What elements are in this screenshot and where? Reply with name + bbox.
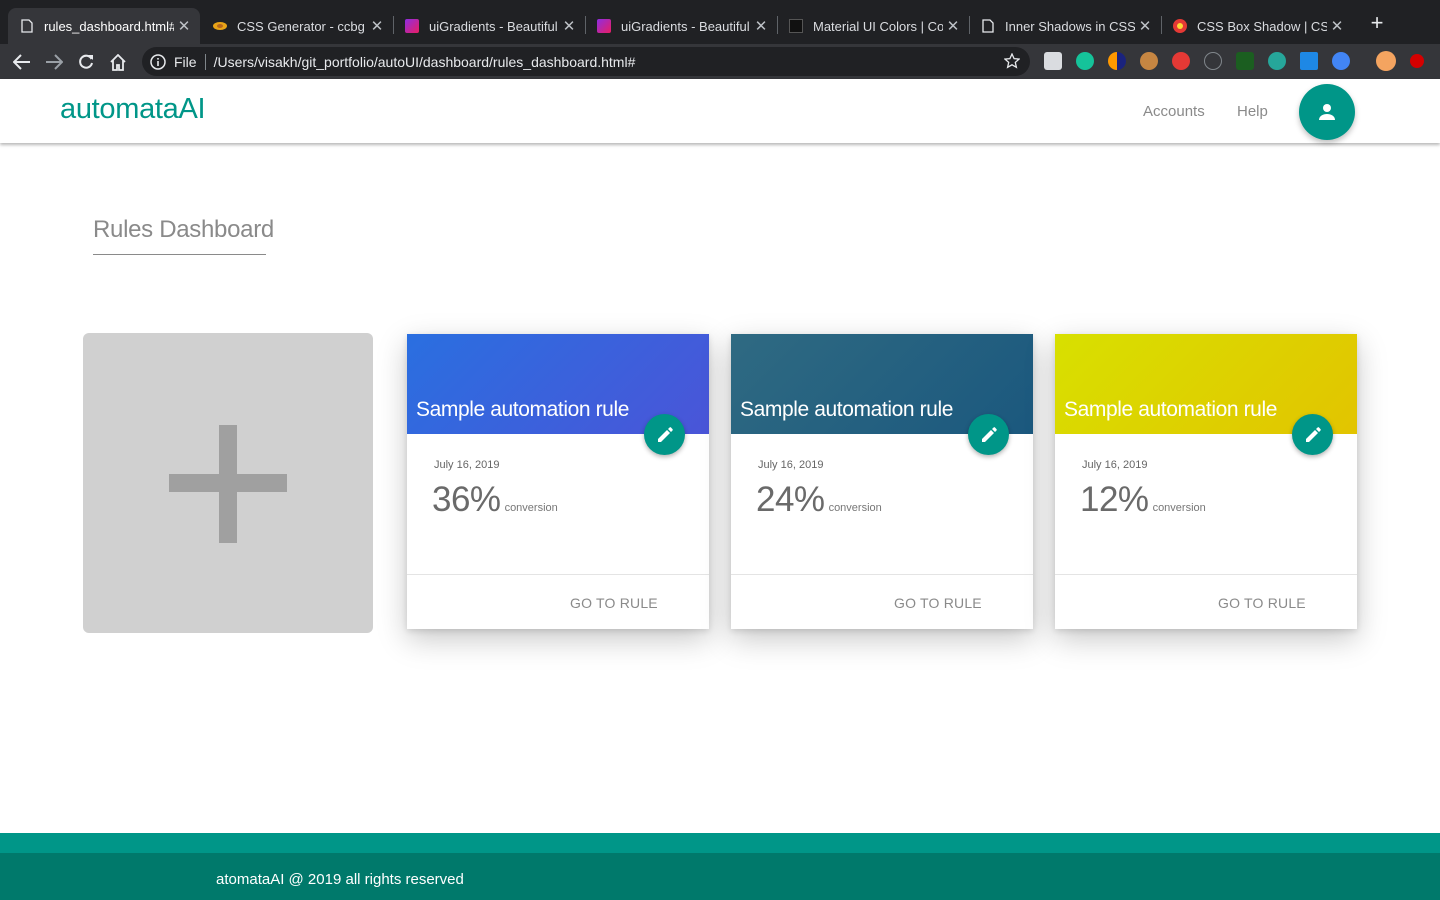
css-generator-icon: [213, 19, 227, 33]
browser-tab[interactable]: uiGradients - Beautiful ✕: [393, 8, 585, 44]
card-metric: 12% conversion: [1080, 480, 1206, 520]
pencil-icon: [1305, 426, 1321, 442]
account-button[interactable]: [1299, 84, 1355, 140]
cookie-extension-icon[interactable]: [1140, 52, 1158, 70]
tab-title: CSS Box Shadow | CSS: [1197, 18, 1327, 34]
conversion-label: conversion: [828, 502, 882, 514]
json-extension-icon[interactable]: [1204, 52, 1222, 70]
rule-card: Sample automation rule July 16, 2019 24%…: [731, 334, 1033, 629]
pencil-icon: [981, 426, 997, 442]
card-date: July 16, 2019: [1082, 459, 1148, 471]
title-underline: [93, 254, 266, 255]
tab-title: Inner Shadows in CSS: [1005, 18, 1135, 34]
card-divider: [407, 574, 709, 575]
close-tab-icon[interactable]: ✕: [1135, 17, 1155, 35]
brand-logo[interactable]: automataAI: [60, 93, 206, 126]
person-icon: [1319, 104, 1335, 120]
edit-rule-button[interactable]: [968, 414, 1009, 455]
document-icon: [20, 19, 34, 33]
go-to-rule-button[interactable]: GO TO RULE: [1218, 595, 1306, 611]
tab-title: uiGradients - Beautiful: [429, 18, 558, 34]
browser-tab-active[interactable]: rules_dashboard.html# ✕: [8, 8, 200, 44]
close-tab-icon[interactable]: ✕: [174, 17, 194, 35]
browser-tab[interactable]: Material UI Colors | Co ✕: [777, 8, 969, 44]
page: automataAI Accounts Help Rules Dashboard…: [0, 79, 1440, 900]
extension-m-icon[interactable]: [1268, 52, 1286, 70]
update-icon[interactable]: [1410, 54, 1424, 68]
conversion-label: conversion: [504, 502, 558, 514]
go-to-rule-button[interactable]: GO TO RULE: [894, 595, 982, 611]
footer: atomataAI @ 2019 all rights reserved: [0, 853, 1440, 900]
browser-tab[interactable]: Inner Shadows in CSS ✕: [969, 8, 1161, 44]
card-title: Sample automation rule: [416, 398, 629, 421]
card-divider: [731, 574, 1033, 575]
box-shadow-icon: [1173, 19, 1187, 33]
reload-icon[interactable]: [74, 50, 98, 74]
material-colors-icon: [789, 19, 803, 33]
card-metric: 36% conversion: [432, 480, 558, 520]
close-tab-icon[interactable]: ✕: [1327, 17, 1347, 35]
conversion-value: 24%: [756, 480, 825, 519]
nav-link-help[interactable]: Help: [1237, 103, 1268, 120]
pencil-icon: [657, 426, 673, 442]
browser-tab[interactable]: CSS Generator - ccbg ✕: [201, 8, 393, 44]
new-tab-icon[interactable]: +: [1366, 12, 1388, 34]
extension-window-icon[interactable]: [1300, 52, 1318, 70]
forward-icon[interactable]: [42, 50, 66, 74]
uigradients-icon: [597, 19, 611, 33]
card-date: July 16, 2019: [434, 459, 500, 471]
add-rule-button[interactable]: [83, 333, 373, 633]
app-header: automataAI Accounts Help: [0, 79, 1440, 143]
browser-tab-bar: rules_dashboard.html# ✕ CSS Generator - …: [0, 0, 1440, 44]
tab-title: CSS Generator - ccbg: [237, 18, 365, 34]
search-extension-icon[interactable]: [1332, 52, 1350, 70]
page-title: Rules Dashboard: [93, 216, 274, 243]
profile-avatar-icon[interactable]: [1376, 51, 1396, 71]
extension-cube-icon[interactable]: [1044, 52, 1062, 70]
edit-rule-button[interactable]: [1292, 414, 1333, 455]
url-text[interactable]: /Users/visakh/git_portfolio/autoUI/dashb…: [214, 54, 636, 70]
card-title: Sample automation rule: [740, 398, 953, 421]
card-divider: [1055, 574, 1357, 575]
bookmark-star-icon[interactable]: [1003, 52, 1021, 69]
tab-title: Material UI Colors | Co: [813, 18, 943, 34]
close-tab-icon[interactable]: ✕: [367, 17, 387, 35]
uigradients-icon: [405, 19, 419, 33]
address-bar[interactable]: File /Users/visakh/git_portfolio/autoUI/…: [142, 47, 1030, 76]
extension-moon-icon[interactable]: [1108, 52, 1126, 70]
info-icon[interactable]: [150, 53, 166, 70]
go-to-rule-button[interactable]: GO TO RULE: [570, 595, 658, 611]
plus-icon: [169, 425, 287, 543]
rule-card: Sample automation rule July 16, 2019 12%…: [1055, 334, 1357, 629]
browser-tab[interactable]: CSS Box Shadow | CSS ✕: [1161, 8, 1353, 44]
document-icon: [981, 19, 995, 33]
close-tab-icon[interactable]: ✕: [559, 17, 579, 35]
footer-copyright: atomataAI @ 2019 all rights reserved: [216, 871, 464, 888]
browser-toolbar: File /Users/visakh/git_portfolio/autoUI/…: [0, 44, 1440, 79]
url-scheme: File: [174, 53, 197, 70]
edit-rule-button[interactable]: [644, 414, 685, 455]
rule-card: Sample automation rule July 16, 2019 36%…: [407, 334, 709, 629]
close-tab-icon[interactable]: ✕: [751, 17, 771, 35]
hand-extension-icon[interactable]: [1172, 52, 1190, 70]
card-metric: 24% conversion: [756, 480, 882, 520]
card-title: Sample automation rule: [1064, 398, 1277, 421]
card-date: July 16, 2019: [758, 459, 824, 471]
home-icon[interactable]: [106, 50, 130, 74]
conversion-value: 36%: [432, 480, 501, 519]
tab-title: rules_dashboard.html#: [44, 18, 174, 34]
nav-link-accounts[interactable]: Accounts: [1143, 103, 1205, 120]
grammarly-extension-icon[interactable]: [1076, 52, 1094, 70]
conversion-value: 12%: [1080, 480, 1149, 519]
footer-accent-bar: [0, 833, 1440, 853]
conversion-label: conversion: [1152, 502, 1206, 514]
tab-title: uiGradients - Beautiful: [621, 18, 750, 34]
close-tab-icon[interactable]: ✕: [943, 17, 963, 35]
browser-tab[interactable]: uiGradients - Beautiful ✕: [585, 8, 777, 44]
vue-devtools-icon[interactable]: [1236, 52, 1254, 70]
back-icon[interactable]: [10, 50, 34, 74]
